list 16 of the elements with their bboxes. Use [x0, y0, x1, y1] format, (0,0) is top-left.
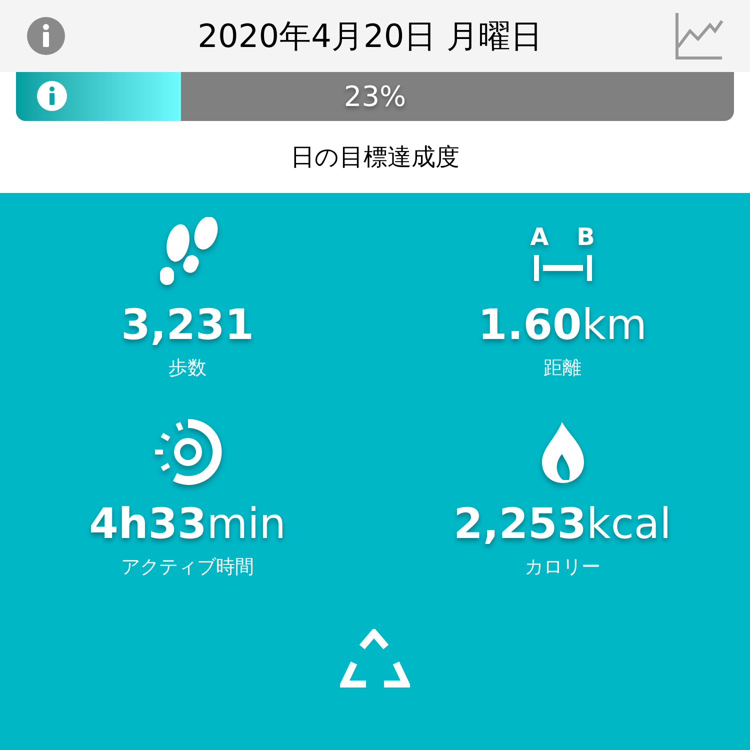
sun-ring-icon	[152, 417, 222, 487]
info-icon[interactable]	[26, 16, 66, 56]
line-chart-icon[interactable]	[674, 11, 724, 61]
info-icon[interactable]	[36, 80, 68, 112]
stat-label: 距離	[544, 356, 582, 380]
date-title: 2020年4月20日 月曜日	[198, 16, 542, 57]
stat-label: カロリー	[524, 554, 600, 580]
stat-label: 歩数	[168, 356, 206, 380]
flame-icon	[540, 420, 586, 484]
stat-value: 1.60km	[478, 299, 647, 351]
stat-value: 3,231	[121, 299, 254, 351]
stat-label: アクティブ時間	[121, 554, 254, 580]
progress-reading: 23%	[344, 78, 406, 114]
goal-label: 日の目標達成度	[290, 142, 460, 173]
stat-value: 2,253kcal	[454, 498, 672, 550]
stat-value: 4h33min	[89, 498, 286, 550]
